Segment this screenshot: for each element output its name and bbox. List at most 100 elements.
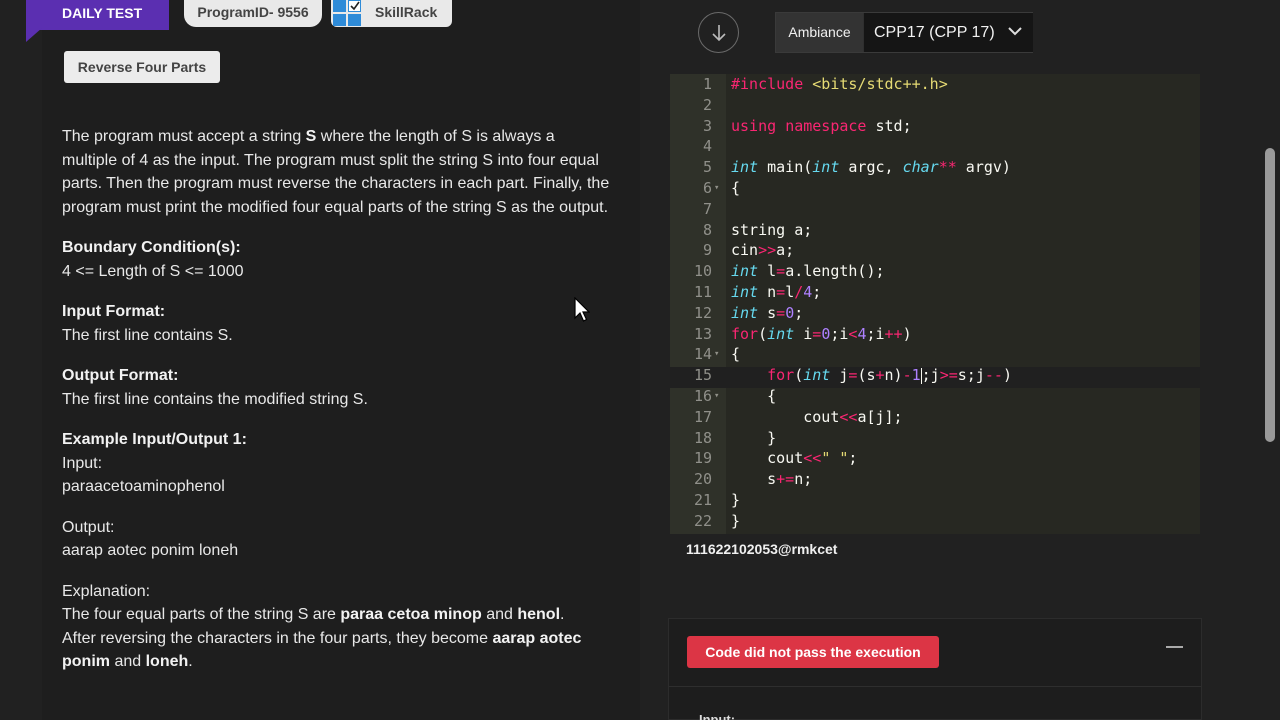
line-number: 15 [693,366,712,385]
code-text: s+=n; [731,470,813,489]
problem-title-button[interactable]: Reverse Four Parts [64,51,220,83]
code-text: int s=0; [731,303,804,322]
code-line[interactable]: 16 ▾ { [670,386,1200,407]
code-text: cout<<" "; [731,449,858,468]
problem-statement: The program must accept a string S where… [62,125,610,674]
code-line[interactable]: 11 int n=l/4; [670,282,1200,303]
mouse-pointer-icon [574,297,590,322]
code-line[interactable]: 9 cin>>a; [670,240,1200,261]
program-id-pill: ProgramID- 9556 [184,0,322,27]
line-number: 16 [693,387,712,405]
line-number: 8 [702,220,712,239]
line-number: 14 [693,345,712,364]
input-format: Input Format: The first line contains S. [62,303,233,344]
line-number: 5 [702,158,712,177]
code-line[interactable]: 14 ▾ { [670,344,1200,365]
code-text: } [731,491,741,509]
code-line[interactable]: 21} [670,490,1200,511]
example-input: Example Input/Output 1: Input: paraacetoam… [62,431,247,495]
line-number: 13 [693,324,712,343]
line-number: 12 [693,303,712,322]
input-format-title: Input Format: [62,303,166,320]
code-text: } [731,511,741,530]
daily-test-badge: DAILY TEST [26,0,169,42]
code-line[interactable]: 10 int l=a.length(); [670,261,1200,282]
line-number: 10 [693,262,712,281]
code-text: { [731,345,741,364]
code-text: using namespace std; [731,116,912,135]
code-text: cout<<a[j]; [731,407,903,426]
code-text: int n=l/4; [731,283,822,301]
line-number: 17 [693,407,712,426]
scroll-down-button[interactable] [698,12,739,53]
result-divider [669,686,1201,687]
line-number: 19 [693,449,712,468]
execution-status-badge: Code did not pass the execution [687,636,939,668]
problem-description: The program must accept a string S where… [62,128,610,216]
skillrack-label: SkillRack [375,4,438,20]
code-text: { [731,179,741,197]
result-panel: Code did not pass the execution Input: [668,618,1202,720]
code-line[interactable]: 17 cout<<a[j]; [670,407,1200,428]
boundary-title: Boundary Condition(s): [62,239,241,256]
collapse-minus-icon[interactable] [1166,646,1183,648]
code-line[interactable]: 22} [670,511,1200,532]
code-line[interactable]: 7 [670,199,1200,220]
code-text: string a; [731,220,813,239]
line-number: 21 [693,491,712,509]
line-number: 6 [702,179,712,197]
code-editor[interactable]: 1 #include <bits/stdc++.h> 2 3 using namespa… [670,74,1200,534]
code-line[interactable]: 18 } [670,428,1200,449]
output-format-title: Output Format: [62,367,179,384]
code-text: } [731,428,777,447]
line-number: 11 [693,283,712,301]
line-number: 7 [702,199,712,218]
line-number: 22 [693,511,712,530]
code-text: cin>>a; [731,241,795,260]
line-number: 2 [702,95,712,114]
code-text: { [731,387,777,405]
fold-arrow-icon[interactable]: ▾ [714,386,719,407]
code-line[interactable]: 6 ▾ { [670,178,1200,199]
code-line[interactable]: 5 int main(int argc, char** argv) [670,157,1200,178]
user-id: 111622102053@rmkcet [686,541,838,557]
line-number: 3 [702,116,712,135]
theme-button[interactable]: Ambiance [776,13,863,52]
language-value: CPP17 (CPP 17) [874,24,995,41]
code-line[interactable]: 12 int s=0; [670,303,1200,324]
skillrack-logo-icon [333,0,362,26]
line-number: 4 [702,137,712,156]
skillrack-brand: SkillRack [331,0,452,27]
output-format: Output Format: The first line contains th… [62,367,368,408]
code-text: int l=a.length(); [731,262,885,281]
code-text: for(int j=(s+n)-1;j>=s;j--) [767,366,1012,385]
arrow-down-icon [711,24,726,41]
code-text: #include <bits/stdc++.h> [731,75,948,93]
line-number: 1 [702,75,712,93]
example-title: Example Input/Output 1: [62,431,247,448]
code-line[interactable]: 19 cout<<" "; [670,448,1200,469]
code-text: for(int i=0;i<4;i++) [731,324,912,343]
page-scrollbar[interactable] [1265,148,1275,442]
line-number: 18 [693,428,712,447]
fold-arrow-icon[interactable]: ▾ [714,178,719,199]
code-text: int main(int argc, char** argv) [731,158,1011,177]
code-line[interactable]: 8 string a; [670,220,1200,241]
chevron-down-icon [1008,27,1022,36]
code-line[interactable]: 15 for(int j=(s+n)-1;j>=s;j--) [670,365,1200,386]
language-select[interactable]: CPP17 (CPP 17) [864,13,1033,52]
code-line[interactable]: 3 using namespace std; [670,116,1200,137]
example-output: Output: aarap aotec ponim loneh [62,518,239,560]
line-number: 20 [693,470,712,489]
example-explanation: Explanation: The four equal parts of the … [62,582,582,671]
boundary-condition: Boundary Condition(s): 4 <= Length of S <… [62,239,244,280]
result-input-label: Input: [699,712,736,720]
line-number: 9 [702,241,712,260]
code-line[interactable]: 4 [670,136,1200,157]
code-line[interactable]: 2 [670,95,1200,116]
code-line[interactable]: 13 for(int i=0;i<4;i++) [670,324,1200,345]
code-line[interactable]: 1 #include <bits/stdc++.h> [670,74,1200,95]
code-line[interactable]: 20 s+=n; [670,469,1200,490]
editor-settings: Ambiance CPP17 (CPP 17) [775,12,1033,53]
fold-arrow-icon[interactable]: ▾ [714,344,719,365]
